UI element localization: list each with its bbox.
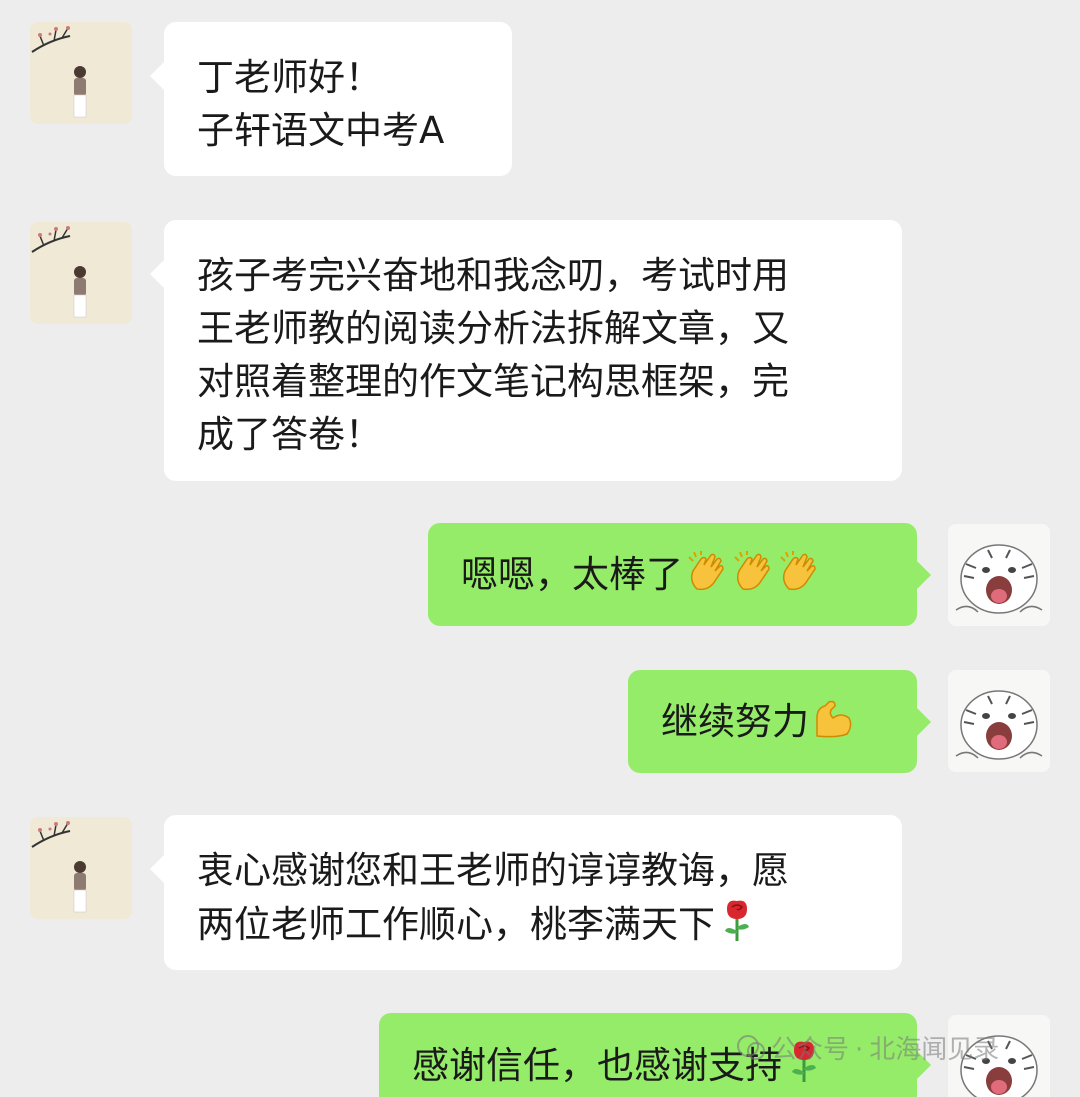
message-bubble-outgoing[interactable]: 嗯嗯，太棒了 xyxy=(428,523,931,626)
message-line: 衷心感谢您和王老师的谆谆教诲，愿 xyxy=(197,849,789,892)
message-bubble-outgoing[interactable]: 继续努力 xyxy=(628,670,931,773)
message-line: 孩子考完兴奋地和我念叨，考试时用 xyxy=(197,254,789,297)
parent-avatar[interactable] xyxy=(30,817,132,919)
message-text: 继续努力 xyxy=(661,700,809,743)
girl-avatar-icon xyxy=(30,222,132,324)
parent-avatar[interactable] xyxy=(30,222,132,324)
message-line: 王老师教的阅读分析法拆解文章，又 xyxy=(197,307,789,350)
watermark-separator: · xyxy=(855,1035,864,1065)
message-bubble-incoming[interactable]: 丁老师好！ 子轩语文中考A xyxy=(150,22,512,176)
message-text: 感谢信任，也感谢支持 xyxy=(412,1044,782,1087)
rose-icon xyxy=(717,897,757,943)
girl-avatar-icon xyxy=(30,817,132,919)
message-line: 对照着整理的作文笔记构思框架，完 xyxy=(197,360,789,403)
message-line: 子轩语文中考A xyxy=(197,109,445,152)
message-line: 丁老师好！ xyxy=(197,56,382,99)
watermark: 公众号 · 北海闻见录 xyxy=(735,1030,999,1070)
message-bubble-incoming[interactable]: 孩子考完兴奋地和我念叨，考试时用 王老师教的阅读分析法拆解文章，又 对照着整理的… xyxy=(150,220,902,481)
clapping-hands-icon xyxy=(777,549,821,593)
watermark-account: 北海闻见录 xyxy=(869,1035,1000,1065)
flexed-biceps-icon xyxy=(811,696,855,740)
watermark-label: 公众号 xyxy=(771,1035,850,1065)
clapping-hands-icon xyxy=(685,549,729,593)
parent-avatar[interactable] xyxy=(30,22,132,124)
chat-window: 丁老师好！ 子轩语文中考A 孩子考完兴奋地和我念叨，考试时用 王老师教的阅读分析… xyxy=(0,0,1080,1097)
tiger-avatar-icon xyxy=(948,524,1050,626)
message-line: 两位老师工作顺心，桃李满天下 xyxy=(197,897,869,951)
message-line: 成了答卷！ xyxy=(197,413,382,456)
tiger-avatar-icon xyxy=(948,670,1050,772)
teacher-avatar[interactable] xyxy=(948,524,1050,626)
teacher-avatar[interactable] xyxy=(948,670,1050,772)
message-line-text: 两位老师工作顺心，桃李满天下 xyxy=(197,903,715,946)
message-text: 嗯嗯，太棒了 xyxy=(461,553,683,596)
wechat-official-account-icon xyxy=(735,1032,767,1064)
message-bubble-incoming[interactable]: 衷心感谢您和王老师的谆谆教诲，愿 两位老师工作顺心，桃李满天下 xyxy=(150,815,902,970)
clapping-hands-icon xyxy=(731,549,775,593)
girl-avatar-icon xyxy=(30,22,132,124)
